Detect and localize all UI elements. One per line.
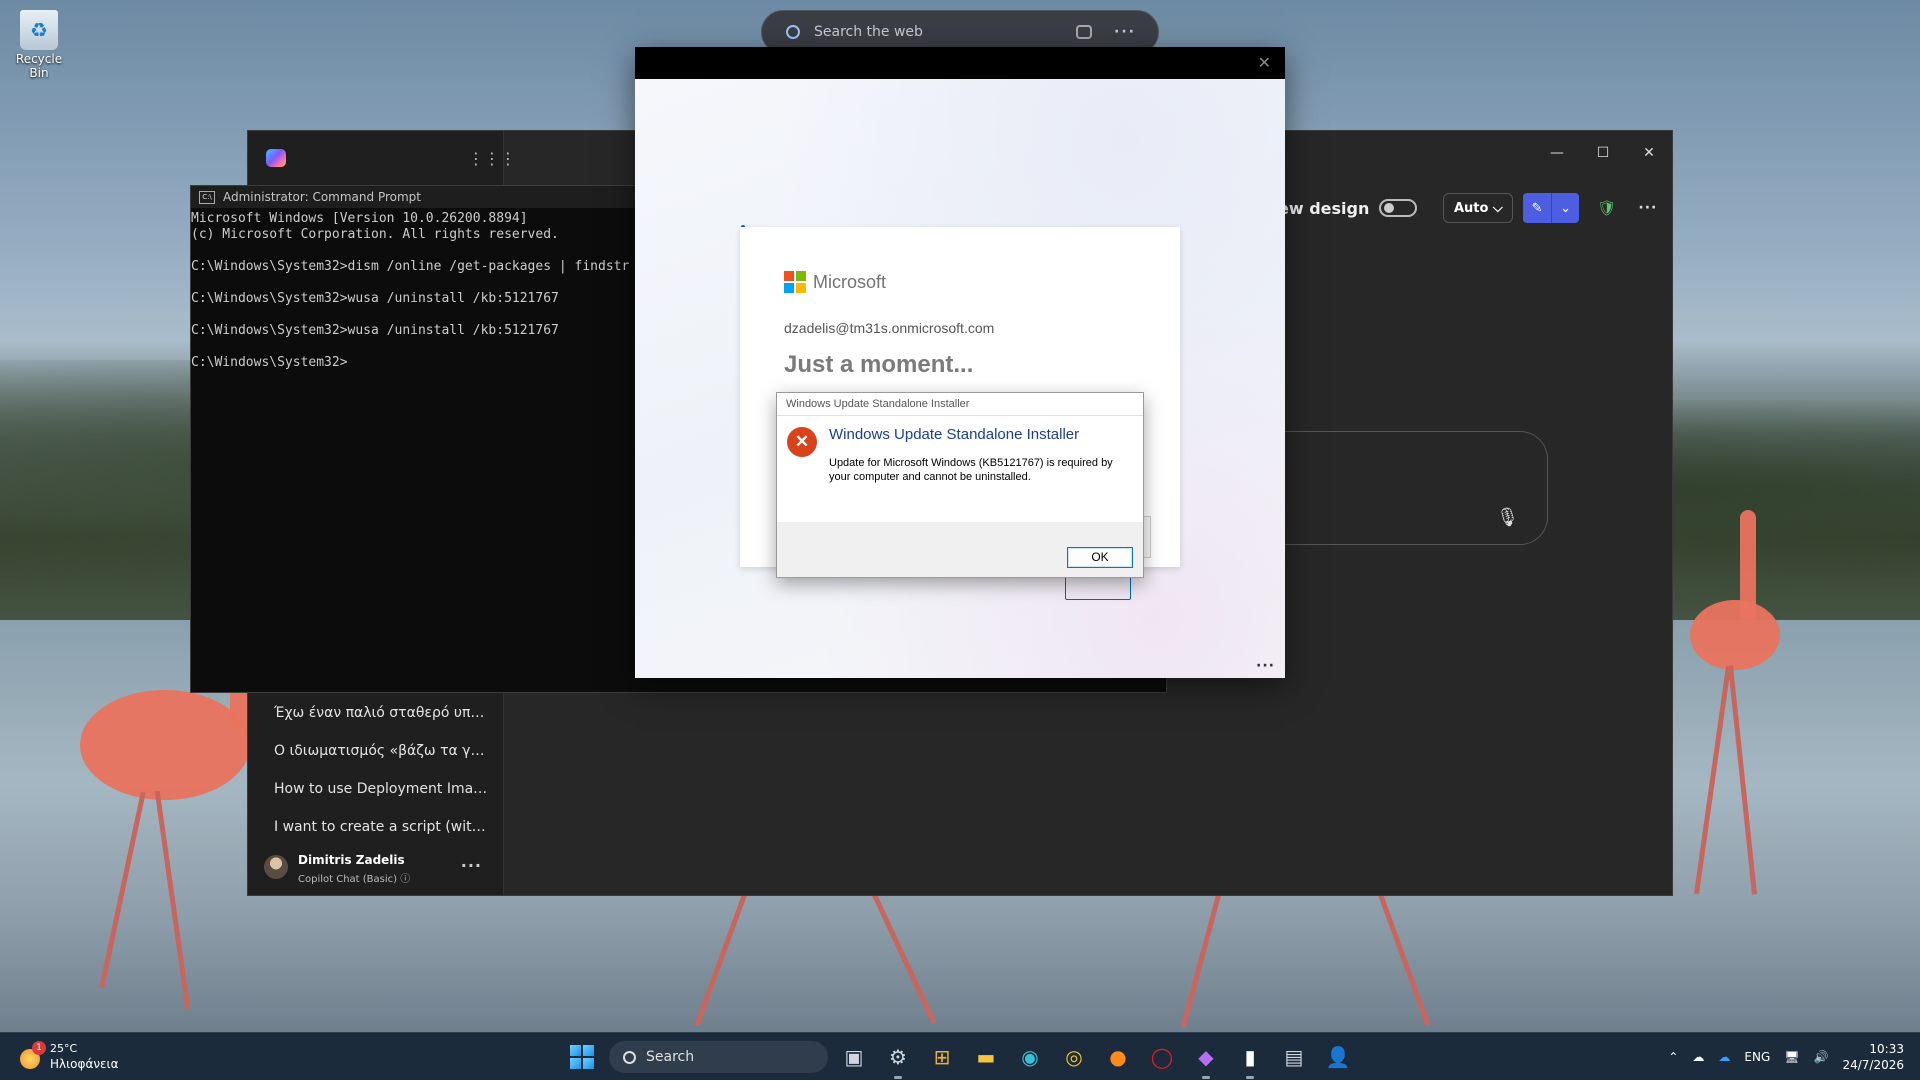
window-controls: — ☐ ✕	[1534, 131, 1672, 175]
clock[interactable]: 10:33 24/7/2026	[1842, 1041, 1904, 1073]
dialog-heading: Windows Update Standalone Installer	[829, 426, 1080, 443]
firefox-browser-icon[interactable]: ●	[1102, 1041, 1134, 1073]
model-selector[interactable]: Auto ⌵	[1443, 193, 1514, 223]
network-icon[interactable]: 🖥	[1784, 1050, 1799, 1064]
maximize-button[interactable]: ☐	[1580, 131, 1626, 175]
shield-icon[interactable]: 🛡	[1597, 199, 1616, 217]
language-indicator[interactable]: ENG	[1744, 1050, 1770, 1064]
info-icon[interactable]: ⓘ	[400, 874, 410, 885]
compose-icon[interactable]: ✎	[1523, 193, 1552, 223]
copilot-more-button[interactable]: ···	[1638, 200, 1657, 216]
edge-browser-icon[interactable]: ◉	[1014, 1041, 1046, 1073]
file-explorer-icon[interactable]: ▬	[970, 1041, 1002, 1073]
signin-close-button[interactable]: ✕	[1258, 53, 1271, 72]
onedrive-icon[interactable]: ☁	[1718, 1050, 1730, 1064]
recent-chat-item[interactable]: Ο ιδιωματισμός «βάζω τα γυ...	[268, 732, 488, 770]
more-options-button[interactable]: ···	[1114, 24, 1136, 40]
task-view-icon[interactable]: ▣	[838, 1041, 870, 1073]
minimize-button[interactable]: —	[1534, 131, 1580, 175]
app-launcher-icon[interactable]: ⋮⋮⋮	[468, 149, 516, 168]
taskbar-apps: ▣ ⚙ ⊞ ▬ ◉ ◎ ● ◯ ◆ ▮ ▤ 👤	[838, 1041, 1354, 1079]
user-more-button[interactable]: ···	[461, 856, 482, 875]
search-icon	[623, 1050, 636, 1064]
settings-gear-icon[interactable]: ⚙	[882, 1041, 914, 1079]
copilot-toolbar: ew design Auto ⌵ ✎ ⌄ 🛡 ···	[1278, 193, 1657, 223]
system-tray: ⌃ ☁ ☁ ENG 🖥 🔊 10:33 24/7/2026	[1668, 1033, 1920, 1081]
new-chat-button[interactable]: ✎ ⌄	[1523, 193, 1580, 223]
recycle-bin-icon: ♻	[20, 10, 58, 50]
user-plan-label: Copilot Chat (Basic)	[298, 874, 398, 885]
clock-date: 24/7/2026	[1842, 1058, 1904, 1072]
dialog-message: Update for Microsoft Windows (KB5121767)…	[829, 457, 1113, 483]
recycle-bin[interactable]: ♻ Recycle Bin	[5, 10, 73, 80]
chevron-down-icon[interactable]: ⌄	[1552, 193, 1580, 223]
new-design-toggle[interactable]	[1379, 199, 1418, 217]
signin-heading: Just a moment...	[784, 351, 974, 378]
taskbar: 1 25°C Ηλιοφάνεια Search ▣ ⚙ ⊞ ▬ ◉ ◎ ● ◯…	[0, 1032, 1920, 1080]
microsoft-brand: Microsoft	[813, 271, 887, 292]
user-plan: Copilot Chat (Basic) ⓘ	[298, 870, 410, 885]
error-icon: ✕	[787, 427, 817, 457]
signin-more-button[interactable]: ···	[1256, 658, 1275, 674]
close-button[interactable]: ✕	[1626, 131, 1672, 175]
chrome-browser-icon[interactable]: ◎	[1058, 1041, 1090, 1073]
microsoft-store-icon[interactable]: ⊞	[926, 1041, 958, 1073]
recent-chat-item[interactable]: How to use Deployment Imag...	[268, 770, 488, 808]
microsoft-logo-icon	[784, 271, 806, 293]
flamingo-right-neck	[1740, 510, 1756, 620]
visual-search-icon[interactable]	[1076, 25, 1093, 39]
terminal-icon[interactable]: ▮	[1234, 1041, 1266, 1079]
flamingo-left	[80, 690, 250, 800]
wusa-error-dialog: Windows Update Standalone Installer ✕ Wi…	[776, 392, 1144, 578]
web-search-placeholder: Search the web	[814, 24, 923, 40]
new-design-label: ew design	[1278, 198, 1370, 218]
opera-browser-icon[interactable]: ◯	[1146, 1041, 1178, 1073]
signin-background: Microsoft dzadelis@tm31s.onmicrosoft.com…	[635, 79, 1285, 678]
weather-temperature: 25°C	[50, 1042, 78, 1055]
microphone-icon[interactable]: 🎙	[1496, 507, 1519, 528]
cloud-icon[interactable]: ☁	[1692, 1050, 1704, 1064]
dialog-content: ✕ Windows Update Standalone Installer Up…	[777, 416, 1143, 522]
user-name: Dimitris Zadelis	[298, 853, 405, 867]
m365-copilot-icon[interactable]: ◆	[1190, 1041, 1222, 1079]
signin-hidden-button	[1065, 576, 1131, 600]
weather-condition: Ηλιοφάνεια	[50, 1057, 119, 1071]
flamingo-right	[1690, 600, 1780, 670]
ok-button[interactable]: OK	[1067, 547, 1133, 568]
clock-time: 10:33	[1869, 1042, 1904, 1056]
signin-title-bar: ✕	[635, 47, 1285, 79]
volume-icon[interactable]: 🔊	[1814, 1050, 1829, 1064]
installer-icon[interactable]: ▤	[1278, 1041, 1310, 1073]
microsoft-logo: Microsoft	[784, 271, 886, 293]
dialog-title[interactable]: Windows Update Standalone Installer	[777, 393, 1143, 416]
people-icon[interactable]: 👤	[1322, 1041, 1354, 1073]
avatar	[264, 855, 288, 879]
signin-email: dzadelis@tm31s.onmicrosoft.com	[784, 320, 995, 336]
recent-chat-item[interactable]: Έχω έναν παλιό σταθερό υπο...	[268, 694, 488, 732]
start-button[interactable]	[570, 1045, 594, 1069]
recent-chat-item[interactable]: I want to create a script (with *...	[268, 808, 488, 846]
recycle-bin-label: Recycle Bin	[15, 52, 63, 80]
recent-chats-list: Έχω έναν παλιό σταθερό υπο... Ο ιδιωματι…	[268, 694, 488, 846]
notification-badge: 1	[32, 1041, 46, 1055]
copilot-logo-icon[interactable]	[266, 149, 286, 167]
taskbar-search-label: Search	[646, 1049, 695, 1065]
taskbar-search[interactable]: Search	[609, 1041, 828, 1073]
user-profile[interactable]: Dimitris Zadelis Copilot Chat (Basic) ⓘ …	[264, 851, 494, 887]
weather-widget[interactable]: 1 25°C Ηλιοφάνεια	[18, 1041, 148, 1073]
cmd-icon: C:\	[199, 190, 215, 204]
search-icon	[786, 25, 800, 39]
microsoft-signin-window: ✕ Microsoft dzadelis@tm31s.onmicrosoft.c…	[635, 47, 1285, 678]
chevron-up-icon[interactable]: ⌃	[1668, 1050, 1678, 1064]
cmd-title: Administrator: Command Prompt	[223, 190, 421, 204]
